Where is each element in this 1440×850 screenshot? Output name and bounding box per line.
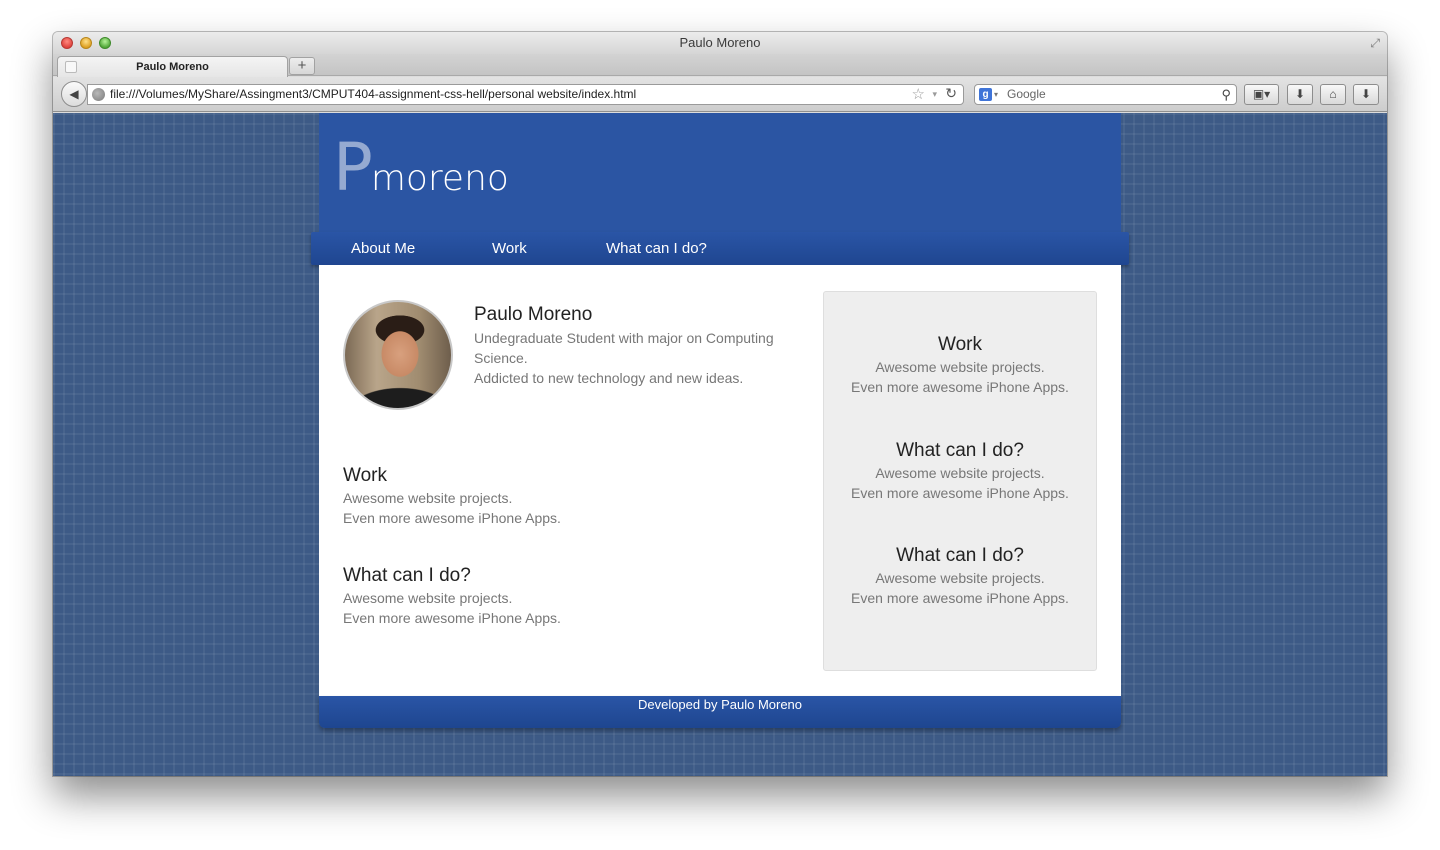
sidebar-block-line: Even more awesome iPhone Apps. <box>851 379 1069 395</box>
screenshot-menu-button[interactable]: ▣▾ <box>1244 84 1279 105</box>
back-button[interactable]: ◀ <box>61 81 87 107</box>
section-title: Work <box>343 465 387 486</box>
address-bar[interactable]: file:///Volumes/MyShare/Assingment3/CMPU… <box>87 84 964 105</box>
history-dropdown-icon[interactable]: ▾ <box>932 85 937 104</box>
profile-line: Undegraduate Student with major on Compu… <box>474 330 774 346</box>
profile-intro: Paulo Moreno Undegraduate Student with m… <box>474 303 804 388</box>
profile-line: Addicted to new technology and new ideas… <box>474 370 744 386</box>
what-can-i-do-section: What can I do? Awesome website projects.… <box>343 564 663 628</box>
sidebar-block-line: Awesome website projects. <box>875 359 1045 375</box>
bookmark-star-icon[interactable]: ☆ <box>912 85 925 104</box>
tab-label: Paulo Moreno <box>136 61 209 73</box>
save-page-button[interactable]: ⬇ <box>1353 84 1379 105</box>
search-bar[interactable]: g ▾ Google ⚲ <box>974 84 1237 105</box>
section-line: Awesome website projects. <box>343 490 513 506</box>
fullscreen-icon[interactable]: ⤢ <box>1370 36 1380 50</box>
search-input[interactable]: Google <box>1007 85 1046 104</box>
page-viewport: Pmoreno About Me Work What can I do? Pau… <box>53 113 1387 776</box>
work-section: Work Awesome website projects. Even more… <box>343 464 663 528</box>
url-text[interactable]: file:///Volumes/MyShare/Assingment3/CMPU… <box>110 85 636 104</box>
navigation-toolbar: ◀ file:///Volumes/MyShare/Assingment3/CM… <box>53 77 1387 112</box>
browser-window: Paulo Moreno ⤢ Paulo Moreno + ◀ file:///… <box>53 32 1387 776</box>
minimize-window-button[interactable] <box>80 37 92 49</box>
window-title: Paulo Moreno <box>679 35 761 50</box>
profile-name: Paulo Moreno <box>474 304 593 325</box>
new-tab-button[interactable]: + <box>289 57 315 75</box>
sidebar-block-line: Awesome website projects. <box>875 465 1045 481</box>
zoom-window-button[interactable] <box>99 37 111 49</box>
section-line: Awesome website projects. <box>343 590 513 606</box>
sidebar-block-line: Even more awesome iPhone Apps. <box>851 485 1069 501</box>
profile-description: Undegraduate Student with major on Compu… <box>474 328 804 388</box>
home-button[interactable]: ⌂ <box>1320 84 1346 105</box>
reload-icon[interactable]: ↻ <box>945 84 957 103</box>
title-bar: Paulo Moreno ⤢ <box>53 32 1387 54</box>
site-container: Pmoreno About Me Work What can I do? Pau… <box>311 113 1129 728</box>
main-content: Paulo Moreno Undegraduate Student with m… <box>319 265 1121 696</box>
sidebar-block-title: What can I do? <box>896 545 1024 566</box>
site-header: Pmoreno <box>319 113 1121 232</box>
section-title: What can I do? <box>343 565 471 586</box>
menu-item-about-me[interactable]: About Me <box>351 232 415 265</box>
section-line: Even more awesome iPhone Apps. <box>343 510 561 526</box>
logo-initial: P <box>333 129 373 206</box>
menu-item-work[interactable]: Work <box>492 232 527 265</box>
avatar <box>343 300 453 410</box>
sidebar-block-work: Work Awesome website projects. Even more… <box>824 333 1096 397</box>
sidebar-block-line: Even more awesome iPhone Apps. <box>851 590 1069 606</box>
google-icon[interactable]: g <box>979 88 992 101</box>
sidebar-block-what-can-i-do-2: What can I do? Awesome website projects.… <box>824 544 1096 608</box>
sidebar-block-title: Work <box>938 334 982 355</box>
downloads-button[interactable]: ⬇ <box>1287 84 1313 105</box>
section-line: Even more awesome iPhone Apps. <box>343 610 561 626</box>
main-menu: About Me Work What can I do? <box>311 232 1129 265</box>
menu-item-what-can-i-do[interactable]: What can I do? <box>606 232 707 265</box>
sidebar-panel: Work Awesome website projects. Even more… <box>823 291 1097 671</box>
globe-icon <box>92 88 105 101</box>
site-footer: Developed by Paulo Moreno <box>319 696 1121 728</box>
close-window-button[interactable] <box>61 37 73 49</box>
search-icon[interactable]: ⚲ <box>1221 85 1231 104</box>
search-engine-dropdown-icon[interactable]: ▾ <box>994 85 998 104</box>
tab-paulo-moreno[interactable]: Paulo Moreno <box>57 56 288 77</box>
profile-line: Science. <box>474 350 528 366</box>
sidebar-block-what-can-i-do: What can I do? Awesome website projects.… <box>824 439 1096 503</box>
sidebar-block-title: What can I do? <box>896 440 1024 461</box>
logo-text: moreno <box>370 158 509 199</box>
site-logo[interactable]: Pmoreno <box>333 135 509 201</box>
page-favicon-icon <box>65 61 77 73</box>
sidebar-block-line: Awesome website projects. <box>875 570 1045 586</box>
tab-strip: Paulo Moreno + <box>53 54 1387 77</box>
